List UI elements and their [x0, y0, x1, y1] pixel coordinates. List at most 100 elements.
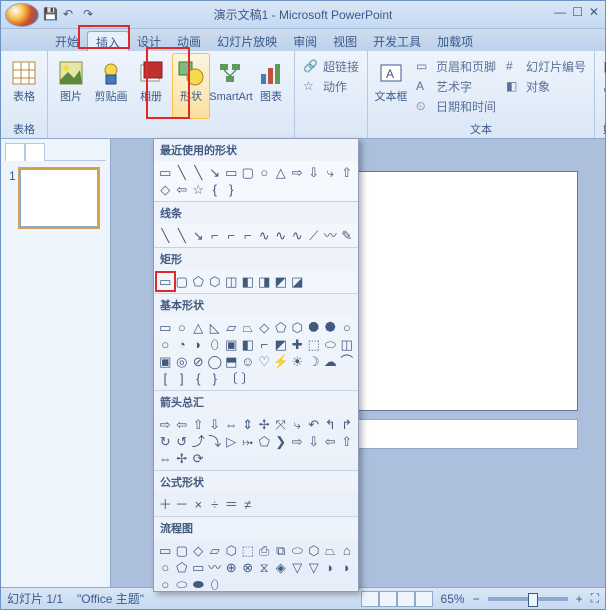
shapes-button[interactable]: 形状: [172, 53, 210, 119]
tab-review[interactable]: 审阅: [285, 31, 325, 51]
a-curve-d[interactable]: ⤵: [207, 433, 224, 450]
b-bolt[interactable]: ⚡: [273, 353, 290, 370]
tab-developer[interactable]: 开发工具: [365, 31, 429, 51]
a-b2[interactable]: ↱: [339, 416, 356, 433]
a-uturn[interactable]: ↶: [306, 416, 323, 433]
f-multi[interactable]: ⧉: [273, 542, 290, 559]
b-lshape[interactable]: ⌐: [256, 336, 273, 353]
b-brace-l[interactable]: {: [190, 370, 207, 387]
f-stor[interactable]: ◗: [322, 559, 339, 576]
f-pred[interactable]: ⬡: [223, 542, 240, 559]
object-button[interactable]: ◧对象: [502, 77, 590, 96]
a-rcall[interactable]: ⇨: [289, 433, 306, 450]
b-tear[interactable]: ⬯: [207, 336, 224, 353]
eq-mult[interactable]: ×: [190, 496, 207, 513]
rect-snip2[interactable]: ⬡: [207, 273, 224, 290]
b-diag[interactable]: ◩: [273, 336, 290, 353]
chart-button[interactable]: 图表: [252, 53, 290, 119]
action-button[interactable]: ☆动作: [299, 77, 363, 96]
b-rtri[interactable]: ◺: [207, 319, 224, 336]
b-fold[interactable]: ⬒: [223, 353, 240, 370]
b-dia[interactable]: ◇: [256, 319, 273, 336]
tab-home[interactable]: 开始: [47, 31, 87, 51]
f-mag[interactable]: ⬭: [174, 576, 191, 592]
zoom-out-icon[interactable]: −: [473, 592, 480, 606]
shape-oval[interactable]: ○: [256, 164, 273, 181]
a-lr[interactable]: ⇔: [223, 416, 240, 433]
line-1[interactable]: ╲: [157, 227, 174, 244]
line-elbow2[interactable]: ⌐: [223, 227, 240, 244]
f-man2[interactable]: ⌂: [339, 542, 356, 559]
b-hex[interactable]: ⬡: [289, 319, 306, 336]
b-bevel[interactable]: ▣: [157, 353, 174, 370]
a-dcall[interactable]: ⇩: [306, 433, 323, 450]
f-alt[interactable]: ▢: [174, 542, 191, 559]
a-l[interactable]: ⇦: [174, 416, 191, 433]
shape-line[interactable]: ╲: [174, 164, 191, 181]
b-pie[interactable]: ◔: [174, 336, 191, 353]
line-freeform[interactable]: ✎: [339, 227, 356, 244]
rect-round2[interactable]: ◨: [256, 273, 273, 290]
b-para[interactable]: ▱: [223, 319, 240, 336]
b-cross[interactable]: ✚: [289, 336, 306, 353]
line-2[interactable]: ╲: [174, 227, 191, 244]
b-noentry[interactable]: ⊘: [190, 353, 207, 370]
rect-round[interactable]: ▢: [174, 273, 191, 290]
shape-conn2[interactable]: ⤷: [322, 164, 339, 181]
eq-div[interactable]: ÷: [207, 496, 224, 513]
a-qcall[interactable]: ✢: [174, 450, 191, 467]
b-dec[interactable]: ○: [339, 319, 356, 336]
f-or[interactable]: ⊗: [240, 559, 257, 576]
slidenum-button[interactable]: #幻灯片编号: [502, 57, 590, 76]
f-off[interactable]: ⬠: [174, 559, 191, 576]
tab-addins[interactable]: 加载项: [429, 31, 481, 51]
maximize-icon[interactable]: ☐: [572, 5, 583, 19]
b-half[interactable]: ◧: [240, 336, 257, 353]
f-coll[interactable]: ⧖: [256, 559, 273, 576]
rect-snip1[interactable]: ⬠: [190, 273, 207, 290]
shape-rect[interactable]: ▭: [223, 164, 240, 181]
shape-triangle[interactable]: △: [273, 164, 290, 181]
shape-diamond[interactable]: ◇: [157, 181, 174, 198]
a-bent[interactable]: ⤷: [289, 416, 306, 433]
album-button[interactable]: 相册: [132, 53, 170, 119]
b-cube[interactable]: ◫: [339, 336, 356, 353]
shape-arrow-r[interactable]: ⇨: [289, 164, 306, 181]
f-merge[interactable]: ▽: [306, 559, 323, 576]
b-sun[interactable]: ☀: [289, 353, 306, 370]
line-curve2[interactable]: ∿: [273, 227, 290, 244]
b-cloud[interactable]: ☁: [322, 353, 339, 370]
hyperlink-button[interactable]: 🔗超链接: [299, 57, 363, 76]
f-sum[interactable]: ⊕: [223, 559, 240, 576]
fit-icon[interactable]: ⛶: [591, 591, 599, 606]
f-proc[interactable]: ▭: [157, 542, 174, 559]
shape-arrow-l[interactable]: ⇦: [174, 181, 191, 198]
f-ext[interactable]: ▽: [289, 559, 306, 576]
eq-eq[interactable]: ＝: [223, 496, 240, 513]
tab-slideshow[interactable]: 幻灯片放映: [209, 31, 285, 51]
a-strip-r[interactable]: ▷: [223, 433, 240, 450]
b-tb[interactable]: ▭: [157, 319, 174, 336]
b-can[interactable]: ⬭: [322, 336, 339, 353]
b-moon[interactable]: ☽: [306, 353, 323, 370]
b-brack2-r[interactable]: 〕: [240, 370, 257, 387]
f-disp[interactable]: ⬯: [207, 576, 224, 592]
b-oct[interactable]: ⯄: [322, 319, 339, 336]
minimize-icon[interactable]: —: [554, 5, 566, 19]
a-d[interactable]: ⇩: [207, 416, 224, 433]
b-dodec[interactable]: ○: [157, 336, 174, 353]
save-icon[interactable]: 💾: [43, 7, 59, 23]
b-arc[interactable]: ⌒: [339, 353, 356, 370]
line-curve[interactable]: ∿: [256, 227, 273, 244]
rect-rounddiag[interactable]: ◩: [273, 273, 290, 290]
line-elbow3[interactable]: ⌐: [240, 227, 257, 244]
shape-roundrect[interactable]: ▢: [240, 164, 257, 181]
slides-tab[interactable]: [5, 143, 25, 161]
rect-snip3[interactable]: ◫: [223, 273, 240, 290]
a-lup[interactable]: ↰: [322, 416, 339, 433]
b-plaque[interactable]: ⬚: [306, 336, 323, 353]
a-notch[interactable]: ⤠: [240, 433, 257, 450]
b-trap[interactable]: ⏢: [240, 319, 257, 336]
a-ucall[interactable]: ⇧: [339, 433, 356, 450]
line-3[interactable]: ↘: [190, 227, 207, 244]
